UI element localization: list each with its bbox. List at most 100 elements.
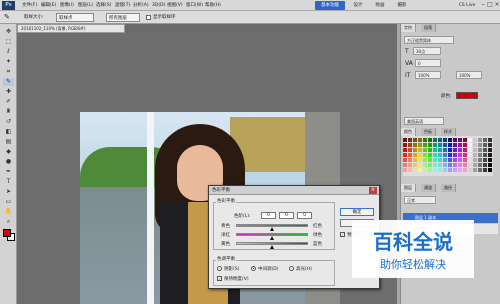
swatch[interactable] xyxy=(443,168,447,172)
menu-file[interactable]: 文件(F) xyxy=(22,0,37,11)
swatch[interactable] xyxy=(483,158,487,162)
swatch[interactable] xyxy=(483,138,487,142)
tab-layers[interactable]: 图层 xyxy=(401,184,416,192)
swatch[interactable] xyxy=(453,163,457,167)
swatch[interactable] xyxy=(483,148,487,152)
swatch[interactable] xyxy=(488,163,492,167)
show-ring-checkbox[interactable] xyxy=(146,15,151,20)
swatch[interactable] xyxy=(403,168,407,172)
swatch[interactable] xyxy=(478,153,482,157)
zoom-tool-icon[interactable]: ⌕ xyxy=(3,218,14,226)
swatch[interactable] xyxy=(458,153,462,157)
font-size-select[interactable]: 30点 xyxy=(413,47,441,55)
tab-character[interactable]: 字符 xyxy=(401,24,416,32)
swatch[interactable] xyxy=(463,138,467,142)
blend-mode-select[interactable]: 正常 xyxy=(404,196,436,204)
swatch[interactable] xyxy=(473,153,477,157)
dodge-tool-icon[interactable]: ● xyxy=(3,158,14,166)
swatch[interactable] xyxy=(458,158,462,162)
preserve-luminosity-checkbox[interactable]: ✓ xyxy=(217,276,222,281)
menu-view[interactable]: 视图(V) xyxy=(167,0,183,11)
swatch[interactable] xyxy=(453,138,457,142)
swatch[interactable] xyxy=(433,163,437,167)
swatch[interactable] xyxy=(448,158,452,162)
gradient-tool-icon[interactable]: ▤ xyxy=(3,138,14,146)
swatch[interactable] xyxy=(483,168,487,172)
swatch[interactable] xyxy=(448,148,452,152)
close-icon[interactable]: × xyxy=(494,1,500,9)
swatch[interactable] xyxy=(418,168,422,172)
swatch[interactable] xyxy=(423,163,427,167)
tone-highlights-radio[interactable] xyxy=(289,266,294,271)
menu-edit[interactable]: 编辑(E) xyxy=(41,0,56,11)
swatch[interactable] xyxy=(408,143,412,147)
text-color-swatch[interactable] xyxy=(456,92,478,99)
workspace-essentials-button[interactable]: 基本功能 xyxy=(315,1,345,10)
swatch[interactable] xyxy=(448,168,452,172)
path-select-tool-icon[interactable]: ➤ xyxy=(3,188,14,196)
swatch[interactable] xyxy=(468,158,472,162)
crop-tool-icon[interactable]: ⌗ xyxy=(3,68,14,76)
swatch-grid[interactable] xyxy=(403,136,493,176)
swatch[interactable] xyxy=(443,138,447,142)
swatch[interactable] xyxy=(418,163,422,167)
swatch[interactable] xyxy=(423,153,427,157)
menu-filter[interactable]: 滤镜(T) xyxy=(115,0,130,11)
swatch[interactable] xyxy=(468,163,472,167)
tab-paths[interactable]: 路径 xyxy=(441,184,456,192)
tracking-select[interactable]: 0 xyxy=(415,59,441,67)
swatch[interactable] xyxy=(413,163,417,167)
level-magenta-green-input[interactable]: 0 xyxy=(279,212,294,219)
swatch[interactable] xyxy=(403,163,407,167)
history-brush-tool-icon[interactable]: ↺ xyxy=(3,118,14,126)
marquee-tool-icon[interactable]: ⬚ xyxy=(3,38,14,46)
swatch[interactable] xyxy=(488,158,492,162)
swatch[interactable] xyxy=(438,163,442,167)
swatch[interactable] xyxy=(478,163,482,167)
swatch[interactable] xyxy=(463,158,467,162)
workspace-photo-button[interactable]: 摄影 xyxy=(392,1,412,10)
swatch[interactable] xyxy=(413,138,417,142)
swatch[interactable] xyxy=(408,138,412,142)
swatch[interactable] xyxy=(423,138,427,142)
swatch[interactable] xyxy=(408,148,412,152)
tab-channels[interactable]: 通道 xyxy=(421,184,436,192)
type-tool-icon[interactable]: T xyxy=(3,178,14,186)
swatch[interactable] xyxy=(433,143,437,147)
workspace-design-button[interactable]: 设计 xyxy=(348,1,368,10)
swatch[interactable] xyxy=(463,148,467,152)
tab-styles[interactable]: 样式 xyxy=(441,128,456,136)
swatch[interactable] xyxy=(453,143,457,147)
menu-help[interactable]: 帮助(H) xyxy=(205,0,221,11)
eyedropper-tool-icon[interactable]: ✎ xyxy=(3,78,14,86)
sample-layers-select[interactable]: 所有图层 xyxy=(106,13,140,22)
minimize-icon[interactable]: – xyxy=(480,1,486,9)
swatch[interactable] xyxy=(418,143,422,147)
swatch[interactable] xyxy=(443,143,447,147)
tone-midtones-radio[interactable] xyxy=(251,266,256,271)
blur-tool-icon[interactable]: ◆ xyxy=(3,148,14,156)
swatch[interactable] xyxy=(483,143,487,147)
font-family-select[interactable]: 方正粗黑简体 xyxy=(404,36,454,44)
swatch[interactable] xyxy=(468,148,472,152)
healing-tool-icon[interactable]: ✚ xyxy=(3,88,14,96)
swatch[interactable] xyxy=(423,158,427,162)
level-yellow-blue-input[interactable]: 0 xyxy=(297,212,312,219)
swatch[interactable] xyxy=(403,158,407,162)
swatch[interactable] xyxy=(463,163,467,167)
swatch[interactable] xyxy=(413,153,417,157)
swatch[interactable] xyxy=(428,168,432,172)
swatch[interactable] xyxy=(438,143,442,147)
swatch[interactable] xyxy=(483,163,487,167)
swatch[interactable] xyxy=(418,153,422,157)
swatch[interactable] xyxy=(443,153,447,157)
magic-wand-tool-icon[interactable]: ✦ xyxy=(3,58,14,66)
swatch[interactable] xyxy=(408,163,412,167)
swatch[interactable] xyxy=(458,148,462,152)
swatch[interactable] xyxy=(408,168,412,172)
swatch[interactable] xyxy=(458,143,462,147)
swatch[interactable] xyxy=(413,168,417,172)
swatch[interactable] xyxy=(428,163,432,167)
foreground-color-swatch[interactable] xyxy=(3,229,11,237)
swatch[interactable] xyxy=(453,168,457,172)
